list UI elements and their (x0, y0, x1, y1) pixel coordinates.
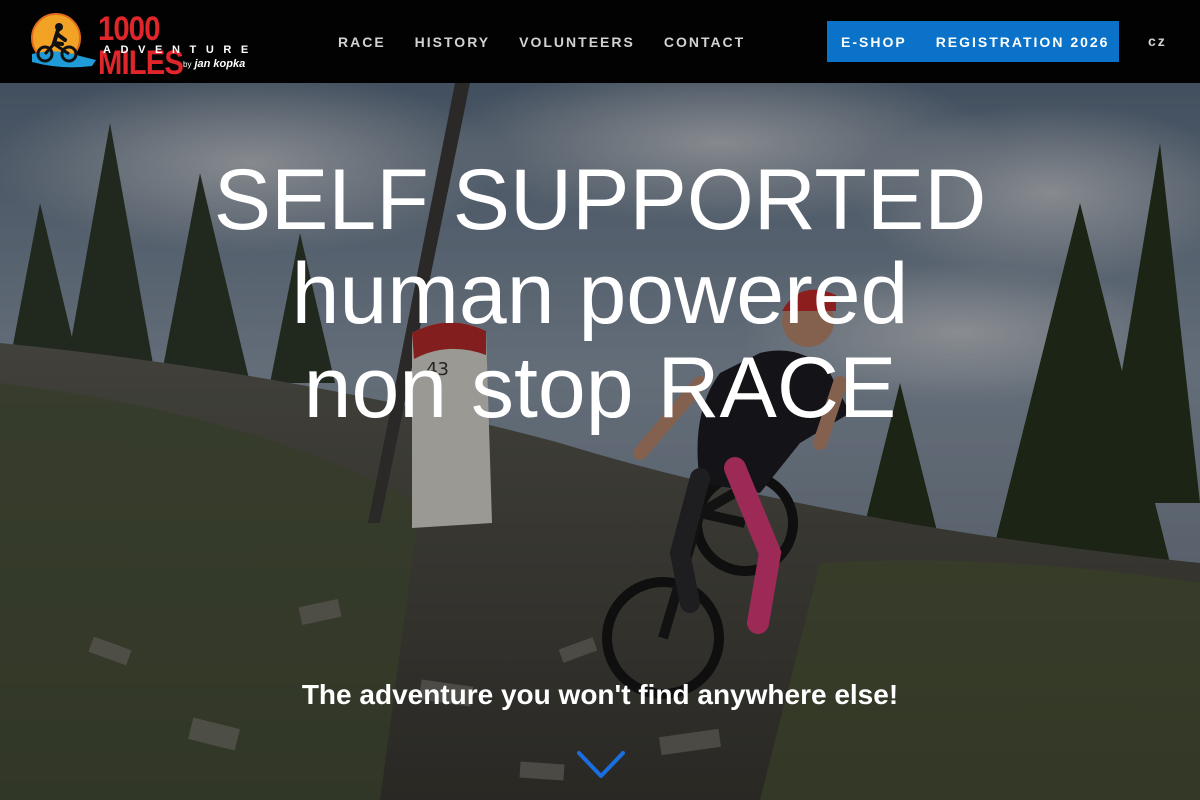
site-header: 1000 MILES ADVENTURE by jan kopka RACE HI… (0, 0, 1200, 83)
headline-line-3: non stop RACE (303, 340, 897, 436)
hero-headline: SELF SUPPORTED human powered non stop RA… (0, 153, 1200, 435)
nav-item-race[interactable]: RACE (338, 34, 386, 50)
nav-item-history[interactable]: HISTORY (415, 34, 490, 50)
hero: 43 SELF SUPPORTED human powered non stop… (0, 83, 1200, 800)
nav-item-volunteers[interactable]: VOLUNTEERS (519, 34, 635, 50)
chevron-down-icon (577, 751, 625, 778)
logo-author-name: jan kopka (194, 58, 246, 70)
logo-author: by jan kopka (183, 58, 245, 71)
cyclist-sun-icon (31, 13, 96, 68)
eshop-button[interactable]: E-SHOP (841, 34, 907, 50)
nav-item-contact[interactable]: CONTACT (664, 34, 745, 50)
scroll-down-button[interactable] (577, 750, 625, 780)
logo[interactable]: 1000 MILES ADVENTURE by jan kopka (26, 10, 262, 80)
logo-by-label: by (183, 60, 192, 69)
headline-line-1: SELF SUPPORTED (213, 152, 987, 248)
main-nav: RACE HISTORY VOLUNTEERS CONTACT (338, 0, 774, 83)
language-switch[interactable]: cz (1148, 33, 1167, 49)
headline-line-2: human powered (291, 246, 909, 342)
registration-button[interactable]: REGISTRATION 2026 (936, 34, 1110, 50)
hero-tagline: The adventure you won't find anywhere el… (301, 679, 899, 710)
cta-group: E-SHOP REGISTRATION 2026 (827, 21, 1119, 62)
logo-subtitle: ADVENTURE (103, 44, 258, 56)
